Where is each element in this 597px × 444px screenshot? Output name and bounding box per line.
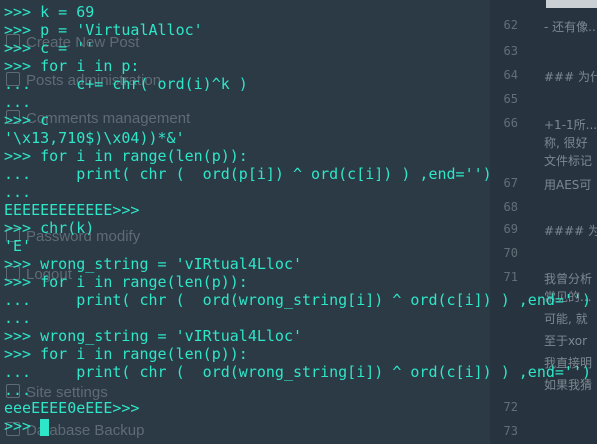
- terminal-line: >>> for i in range(len(p)):: [4, 345, 248, 363]
- terminal-line: ...: [4, 93, 32, 111]
- terminal-line: 'E': [4, 237, 32, 255]
- terminal-line: EEEEEEEEEEEE>>>: [4, 201, 140, 219]
- editor-line: 称, 很好: [544, 136, 588, 150]
- terminal-line: ... c+= chr( ord(i)^k ): [4, 75, 248, 93]
- line-number: 71: [503, 270, 518, 284]
- line-number: 63: [503, 44, 518, 58]
- sidebar-item-label: Comments management: [26, 110, 191, 127]
- editor-line: 文件标记: [544, 154, 593, 168]
- terminal-line: ...: [4, 309, 32, 327]
- text-cursor: [40, 419, 49, 436]
- terminal-line: ... print( chr ( ord(p[i]) ^ ord(c[i]) )…: [4, 165, 492, 183]
- terminal-line: >>> for i in p:: [4, 57, 140, 75]
- editor-line: 可能, 就: [544, 312, 588, 326]
- line-number: 72: [503, 400, 518, 414]
- terminal-line: >>> for i in range(len(p)):: [4, 273, 248, 291]
- editor-line: 我曾分析: [544, 272, 593, 286]
- terminal-prompt-line[interactable]: >>>: [4, 417, 40, 435]
- terminal-line: >>> p = 'VirtualAlloc': [4, 21, 203, 39]
- line-number: 64: [503, 68, 518, 82]
- terminal-line: '\x13,710$)\x04))*&': [4, 129, 185, 147]
- line-number: 65: [503, 92, 518, 106]
- terminal-line: >>> c: [4, 111, 50, 129]
- terminal-line: >>> c = '': [4, 39, 95, 57]
- editor-header-strip: [546, 0, 597, 8]
- terminal-line: >>> wrong_string = 'vIRtual4Lloc': [4, 255, 303, 273]
- editor-line: +1-1所...: [544, 118, 597, 132]
- line-number: 67: [503, 176, 518, 190]
- terminal-line: >>> k = 69: [4, 3, 95, 21]
- editor-line: - 还有像...: [544, 20, 597, 34]
- terminal-line: ...: [4, 381, 32, 399]
- line-number: 70: [503, 246, 518, 260]
- terminal-line: ...: [4, 183, 32, 201]
- line-number: 69: [503, 222, 518, 236]
- terminal-line: >>> for i in range(len(p)):: [4, 147, 248, 165]
- terminal-line: eeeEEEE0eEEE>>>: [4, 399, 140, 417]
- line-number: 68: [503, 200, 518, 214]
- editor-line: #### 为什: [544, 224, 597, 238]
- line-number: 73: [503, 424, 518, 438]
- editor-line: ### 为什...: [544, 70, 597, 84]
- terminal-line: ... print( chr ( ord(wrong_string[i]) ^ …: [4, 291, 591, 309]
- terminal-line: >>> wrong_string = 'vIRtual4Lloc': [4, 327, 303, 345]
- line-number: 66: [503, 116, 518, 130]
- line-number: 62: [503, 18, 518, 32]
- terminal-line: >>> chr(k): [4, 219, 95, 237]
- terminal-line: ... print( chr ( ord(wrong_string[i]) ^ …: [4, 363, 591, 381]
- editor-line: 用AES可: [544, 178, 592, 192]
- editor-line: 至于xor: [544, 334, 588, 348]
